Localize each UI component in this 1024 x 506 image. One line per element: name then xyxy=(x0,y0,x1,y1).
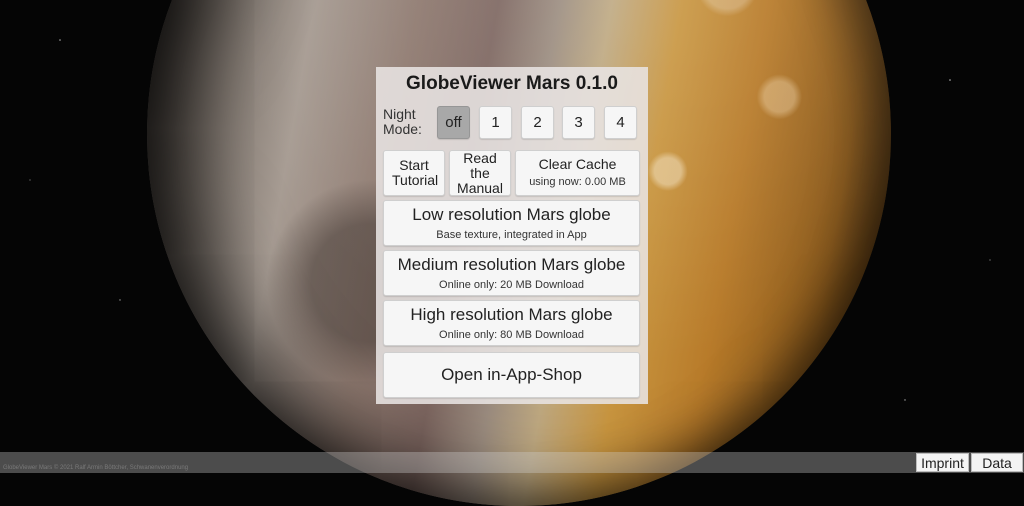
medium-res-globe-title: Medium resolution Mars globe xyxy=(397,254,626,274)
data-button[interactable]: Data xyxy=(971,453,1023,472)
clear-cache-label: Clear Cache xyxy=(538,155,617,172)
read-manual-button[interactable]: Read the Manual xyxy=(449,150,511,196)
high-res-globe-button[interactable]: High resolution Mars globe Online only: … xyxy=(383,300,640,346)
night-mode-4-button[interactable]: 4 xyxy=(604,106,637,139)
app-title: GlobeViewer Mars 0.1.0 xyxy=(406,73,618,94)
start-tutorial-button[interactable]: Start Tutorial xyxy=(383,150,445,196)
night-mode-label: Night Mode: xyxy=(383,106,422,137)
night-mode-1-button[interactable]: 1 xyxy=(479,106,512,139)
start-tutorial-label: Start Tutorial xyxy=(392,157,439,188)
low-res-globe-subtitle: Base texture, integrated in App xyxy=(436,228,587,241)
low-res-globe-title: Low resolution Mars globe xyxy=(412,204,611,224)
clear-cache-button[interactable]: Clear Cache using now: 0.00 MB xyxy=(515,150,640,196)
high-res-globe-subtitle: Online only: 80 MB Download xyxy=(439,328,584,341)
low-res-globe-button[interactable]: Low resolution Mars globe Base texture, … xyxy=(383,200,640,246)
cache-usage-text: using now: 0.00 MB xyxy=(529,175,626,188)
night-mode-off-button[interactable]: off xyxy=(437,106,470,139)
imprint-button[interactable]: Imprint xyxy=(916,453,969,472)
high-res-globe-title: High resolution Mars globe xyxy=(410,304,613,324)
night-mode-3-button[interactable]: 3 xyxy=(562,106,595,139)
medium-res-globe-button[interactable]: Medium resolution Mars globe Online only… xyxy=(383,250,640,296)
copyright-text: GlobeViewer Mars © 2021 Ralf Armin Böttc… xyxy=(3,465,189,471)
open-shop-button[interactable]: Open in-App-Shop xyxy=(383,352,640,398)
open-shop-label: Open in-App-Shop xyxy=(441,365,582,384)
night-mode-2-button[interactable]: 2 xyxy=(521,106,554,139)
read-manual-label: Read the Manual xyxy=(457,149,503,196)
main-menu-panel: GlobeViewer Mars 0.1.0 Night Mode: off 1… xyxy=(376,67,648,404)
medium-res-globe-subtitle: Online only: 20 MB Download xyxy=(439,278,584,291)
